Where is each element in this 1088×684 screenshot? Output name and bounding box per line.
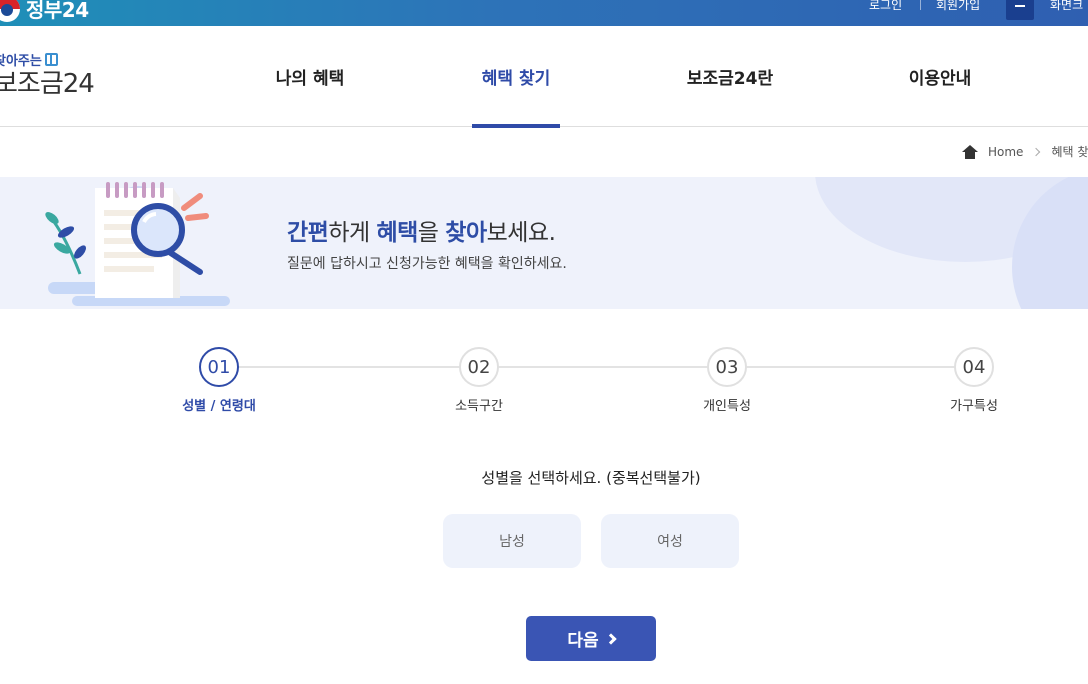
breadcrumb-home[interactable]: Home xyxy=(988,145,1023,159)
banner-subtitle: 질문에 답하시고 신청가능한 혜택을 확인하세요. xyxy=(287,256,567,272)
step-2: 02 소득구간 xyxy=(419,347,539,414)
step-number: 02 xyxy=(459,347,499,387)
step-4: 04 가구특성 xyxy=(914,347,1034,414)
nav-guide[interactable]: 이용안내 xyxy=(890,26,990,127)
step-number: 01 xyxy=(199,347,239,387)
magnifier-document-illustration xyxy=(45,182,230,306)
step-label: 가구특성 xyxy=(950,399,998,414)
step-number: 04 xyxy=(954,347,994,387)
gift-icon xyxy=(44,53,58,66)
next-button[interactable]: 다음 xyxy=(526,616,656,661)
step-label: 소득구간 xyxy=(455,399,503,414)
screen-size-label: 화면크 xyxy=(1050,0,1084,12)
step-number: 03 xyxy=(707,347,747,387)
chevron-right-icon xyxy=(1032,147,1041,156)
step-label: 개인특성 xyxy=(703,399,751,414)
gender-female-option[interactable]: 여성 xyxy=(601,514,739,568)
zoom-out-button[interactable] xyxy=(1006,0,1034,20)
login-link[interactable]: 로그인 xyxy=(869,0,902,13)
nav-about-subsidy24[interactable]: 보조금24란 xyxy=(668,26,792,127)
step-3: 03 개인특성 xyxy=(667,347,787,414)
breadcrumb: Home 혜택 찾 xyxy=(962,143,1088,160)
logo-wordmark: 보조금24 xyxy=(0,69,95,99)
logo-tagline: 찾아주는 xyxy=(0,54,42,69)
gender-male-option[interactable]: 남성 xyxy=(443,514,581,568)
gov24-brand: 정부24 xyxy=(26,0,89,22)
step-label: 성별 / 연령대 xyxy=(182,399,256,414)
signup-link[interactable]: 회원가입 xyxy=(936,0,980,13)
top-bar: 정부24 로그인 회원가입 화면크 xyxy=(0,0,1088,26)
nav-find-benefits[interactable]: 혜택 찾기 xyxy=(472,26,560,128)
banner-title: 간편하게 혜택을 찾아보세요. xyxy=(287,220,556,246)
gov24-logo[interactable]: 정부24 xyxy=(0,0,89,23)
site-header: 찾아주는 보조금24 나의 혜택 혜택 찾기 보조금24란 이용안내 xyxy=(0,26,1088,128)
home-icon[interactable] xyxy=(962,144,978,159)
breadcrumb-current: 혜택 찾 xyxy=(1051,145,1088,159)
subsidy24-logo[interactable]: 찾아주는 보조금24 xyxy=(0,50,95,99)
nav-my-benefits[interactable]: 나의 혜택 xyxy=(252,26,368,127)
taegeuk-emblem-icon xyxy=(0,0,20,22)
chevron-right-icon xyxy=(604,632,617,645)
next-button-label: 다음 xyxy=(567,631,599,651)
stepper-track xyxy=(220,366,976,368)
step-1: 01 성별 / 연령대 xyxy=(159,347,279,414)
question-text: 성별을 선택하세요. (중복선택불가) xyxy=(481,469,701,487)
util-divider xyxy=(920,0,921,10)
